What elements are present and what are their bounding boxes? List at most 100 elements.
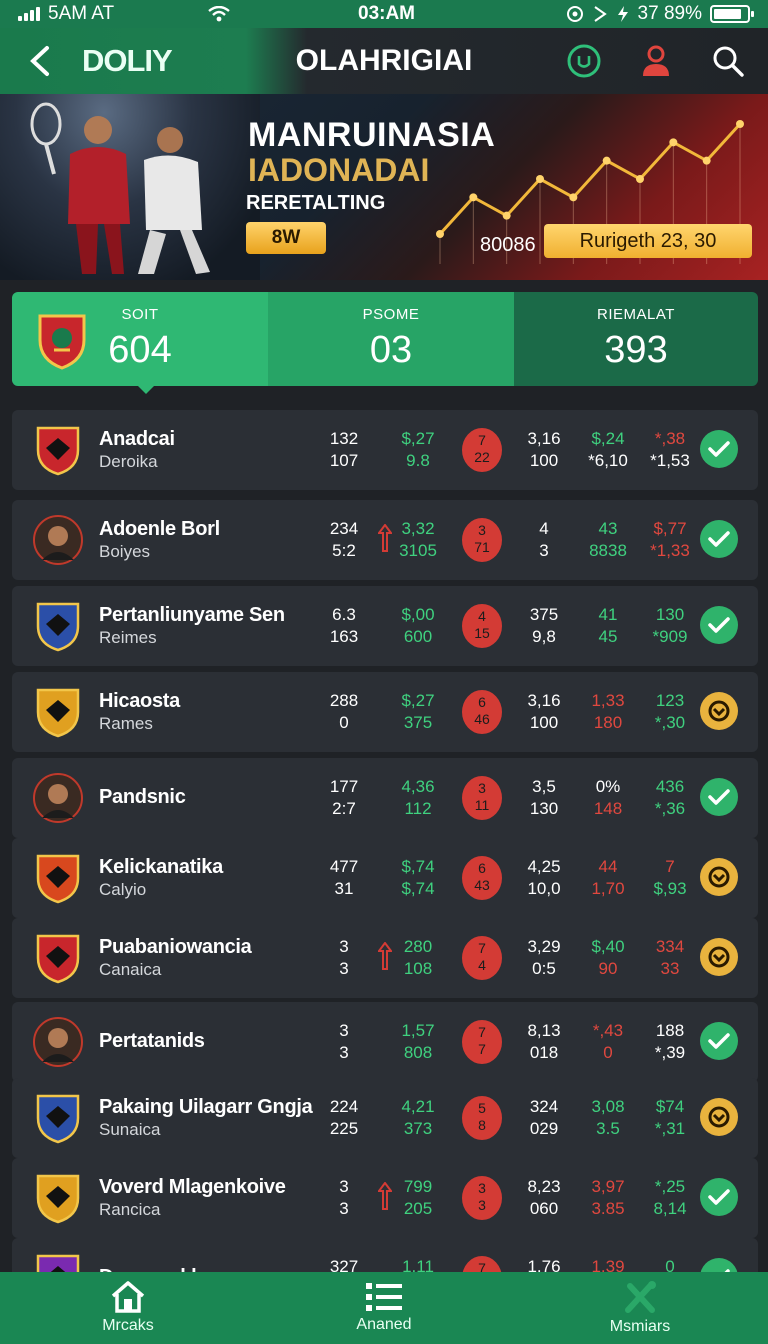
team-subtitle: Reimes [99,628,157,647]
stat-col-2: 3,32 3105 [399,519,437,560]
score-tab-2[interactable]: PSOME 03 [268,292,514,386]
list-icon [366,1283,402,1311]
pending-button[interactable] [700,1098,738,1136]
power-button[interactable] [558,35,610,87]
score-tab-3[interactable]: RIEMALAT 393 [514,292,758,386]
check-button[interactable] [700,1022,738,1060]
back-button[interactable] [14,35,66,87]
checkmark-icon [708,617,730,633]
score-ball: 58 [462,1096,502,1140]
stat-col-1: 33 [339,1177,349,1218]
team-row[interactable]: Kelickanatika Calyio 477 31 $,74 $,74 6 43 … [12,838,758,918]
nav-label: Mrcaks [102,1317,154,1334]
stat-col-5: 7 $,93 [653,857,687,898]
rating-badge[interactable]: Rurigeth 23, 30 [544,224,752,258]
pending-button[interactable] [700,938,738,976]
team-subtitle: Boiyes [99,542,151,561]
stat-col-1: 288 0 [329,691,359,732]
banner-caption: RERETALTING [246,192,386,214]
profile-button[interactable] [630,35,682,87]
signal-icon [18,7,40,21]
stat-col-3: 43 [539,519,549,560]
stat-col-1: 6.3 163 [329,605,359,646]
team-crest-icon [36,602,80,652]
stat-col-5: *,38 *1,53 [650,429,690,470]
stat-col-5: $74 *,31 [654,1097,686,1138]
team-row[interactable]: Hicaosta Rames 288 0 $,27 375 6 46 3,16 100 … [12,672,758,752]
team-row[interactable]: Pertatanids 33 1,57 808 77 8,13 018 *,43 0 … [12,1002,758,1082]
battery-icon [710,5,754,23]
team-row[interactable]: Anadcai Deroika 132 107 $,27 9.8 7 22 3,16 1… [12,410,758,490]
nav-home[interactable]: Mrcaks [0,1272,256,1344]
stat-col-3: 3,29 0:5 [527,937,561,978]
bottom-navigation: Mrcaks Ananed Msmiars [0,1272,768,1344]
score-ball: 3 11 [462,776,502,820]
check-button[interactable] [700,520,738,558]
stat-col-1: 33 [339,937,349,978]
team-row[interactable]: Voverd Mlagenkoive Rancica 33 799 205 33 … [12,1158,758,1238]
player-avatar [33,1017,83,1067]
status-right-text: 37 89% [637,3,702,24]
stat-col-3: 3,5 130 [529,777,559,818]
pending-button[interactable] [700,858,738,896]
checkmark-icon [708,789,730,805]
score-value: 604 [108,329,172,371]
team-row[interactable]: Puabaniowancia Canaica 33 280 108 74 3,29… [12,918,758,998]
team-name: Puabaniowancia [99,936,252,958]
checkmark-icon [708,1189,730,1205]
wifi-icon [208,6,230,22]
promo-banner[interactable]: MANRUINASIA IADONADAI RERETALTING 8W 800… [0,94,768,280]
stat-col-5: 436 *,36 [654,777,686,818]
stat-col-1: 33 [339,1021,349,1062]
search-button[interactable] [702,35,754,87]
score-tab-1[interactable]: SOIT 604 [12,292,268,386]
team-subtitle: Deroika [99,452,158,471]
stat-col-1: 224 225 [329,1097,359,1138]
score-value: 393 [604,329,668,371]
stat-col-5: 334 33 [655,937,685,978]
home-icon [111,1281,145,1313]
checkmark-icon [708,1033,730,1049]
score-ball: 6 46 [462,690,502,734]
stat-col-3: 4,25 10,0 [527,857,561,898]
team-row[interactable]: Adoenle Borl Boiyes 234 5:2 3,32 3105 3 71 … [12,500,758,580]
nav-tools[interactable]: Msmiars [512,1272,768,1344]
check-button[interactable] [700,1178,738,1216]
check-button[interactable] [700,778,738,816]
stat-col-1: 234 5:2 [329,519,359,560]
trend-point [536,175,544,183]
banner-cta-button[interactable]: 8W [246,222,326,254]
team-name: Kelickanatika [99,856,223,878]
check-button[interactable] [700,606,738,644]
alarm-icon [566,6,583,22]
stat-col-5: $,77 *1,33 [650,519,690,560]
stat-col-1: 177 2:7 [329,777,359,818]
user-icon [643,45,669,76]
team-row[interactable]: Pertanliunyame Sen Reimes 6.3 163 $,00 600… [12,586,758,666]
trend-point [669,138,678,147]
stat-col-2: $,74 $,74 [401,857,435,898]
stat-col-2: 280 108 [403,937,433,978]
power-icon [567,44,601,78]
stat-col-1: 132 107 [329,429,359,470]
team-name: Hicaosta [99,690,180,712]
score-ball: 3 71 [462,518,502,562]
team-row[interactable]: Pakaing Uilagarr Gngja Sunaica 224 225 4,… [12,1078,758,1158]
pending-button[interactable] [700,692,738,730]
nav-list[interactable]: Ananed [256,1272,512,1344]
stat-col-5: 123 *,30 [654,691,686,732]
stat-col-3: 8,13 018 [527,1021,561,1062]
stat-col-4: $,24 *6,10 [588,429,628,470]
stat-col-4: 43 8838 [589,519,627,560]
checkmark-icon [708,441,730,457]
score-value: 03 [369,329,413,371]
stat-col-2: 4,36 112 [401,777,435,818]
team-row[interactable]: Pandsnic 177 2:7 4,36 112 3 11 3,5 130 0% 148… [12,758,758,838]
player-avatar [33,773,83,823]
score-label: SOIT [121,306,159,323]
trend-point [636,175,644,183]
stat-col-4: 3,08 3.5 [591,1097,625,1138]
team-subtitle: Sunaica [99,1120,161,1139]
check-button[interactable] [700,430,738,468]
app-header: DOLIY OLAHRIGIAI [0,28,768,94]
